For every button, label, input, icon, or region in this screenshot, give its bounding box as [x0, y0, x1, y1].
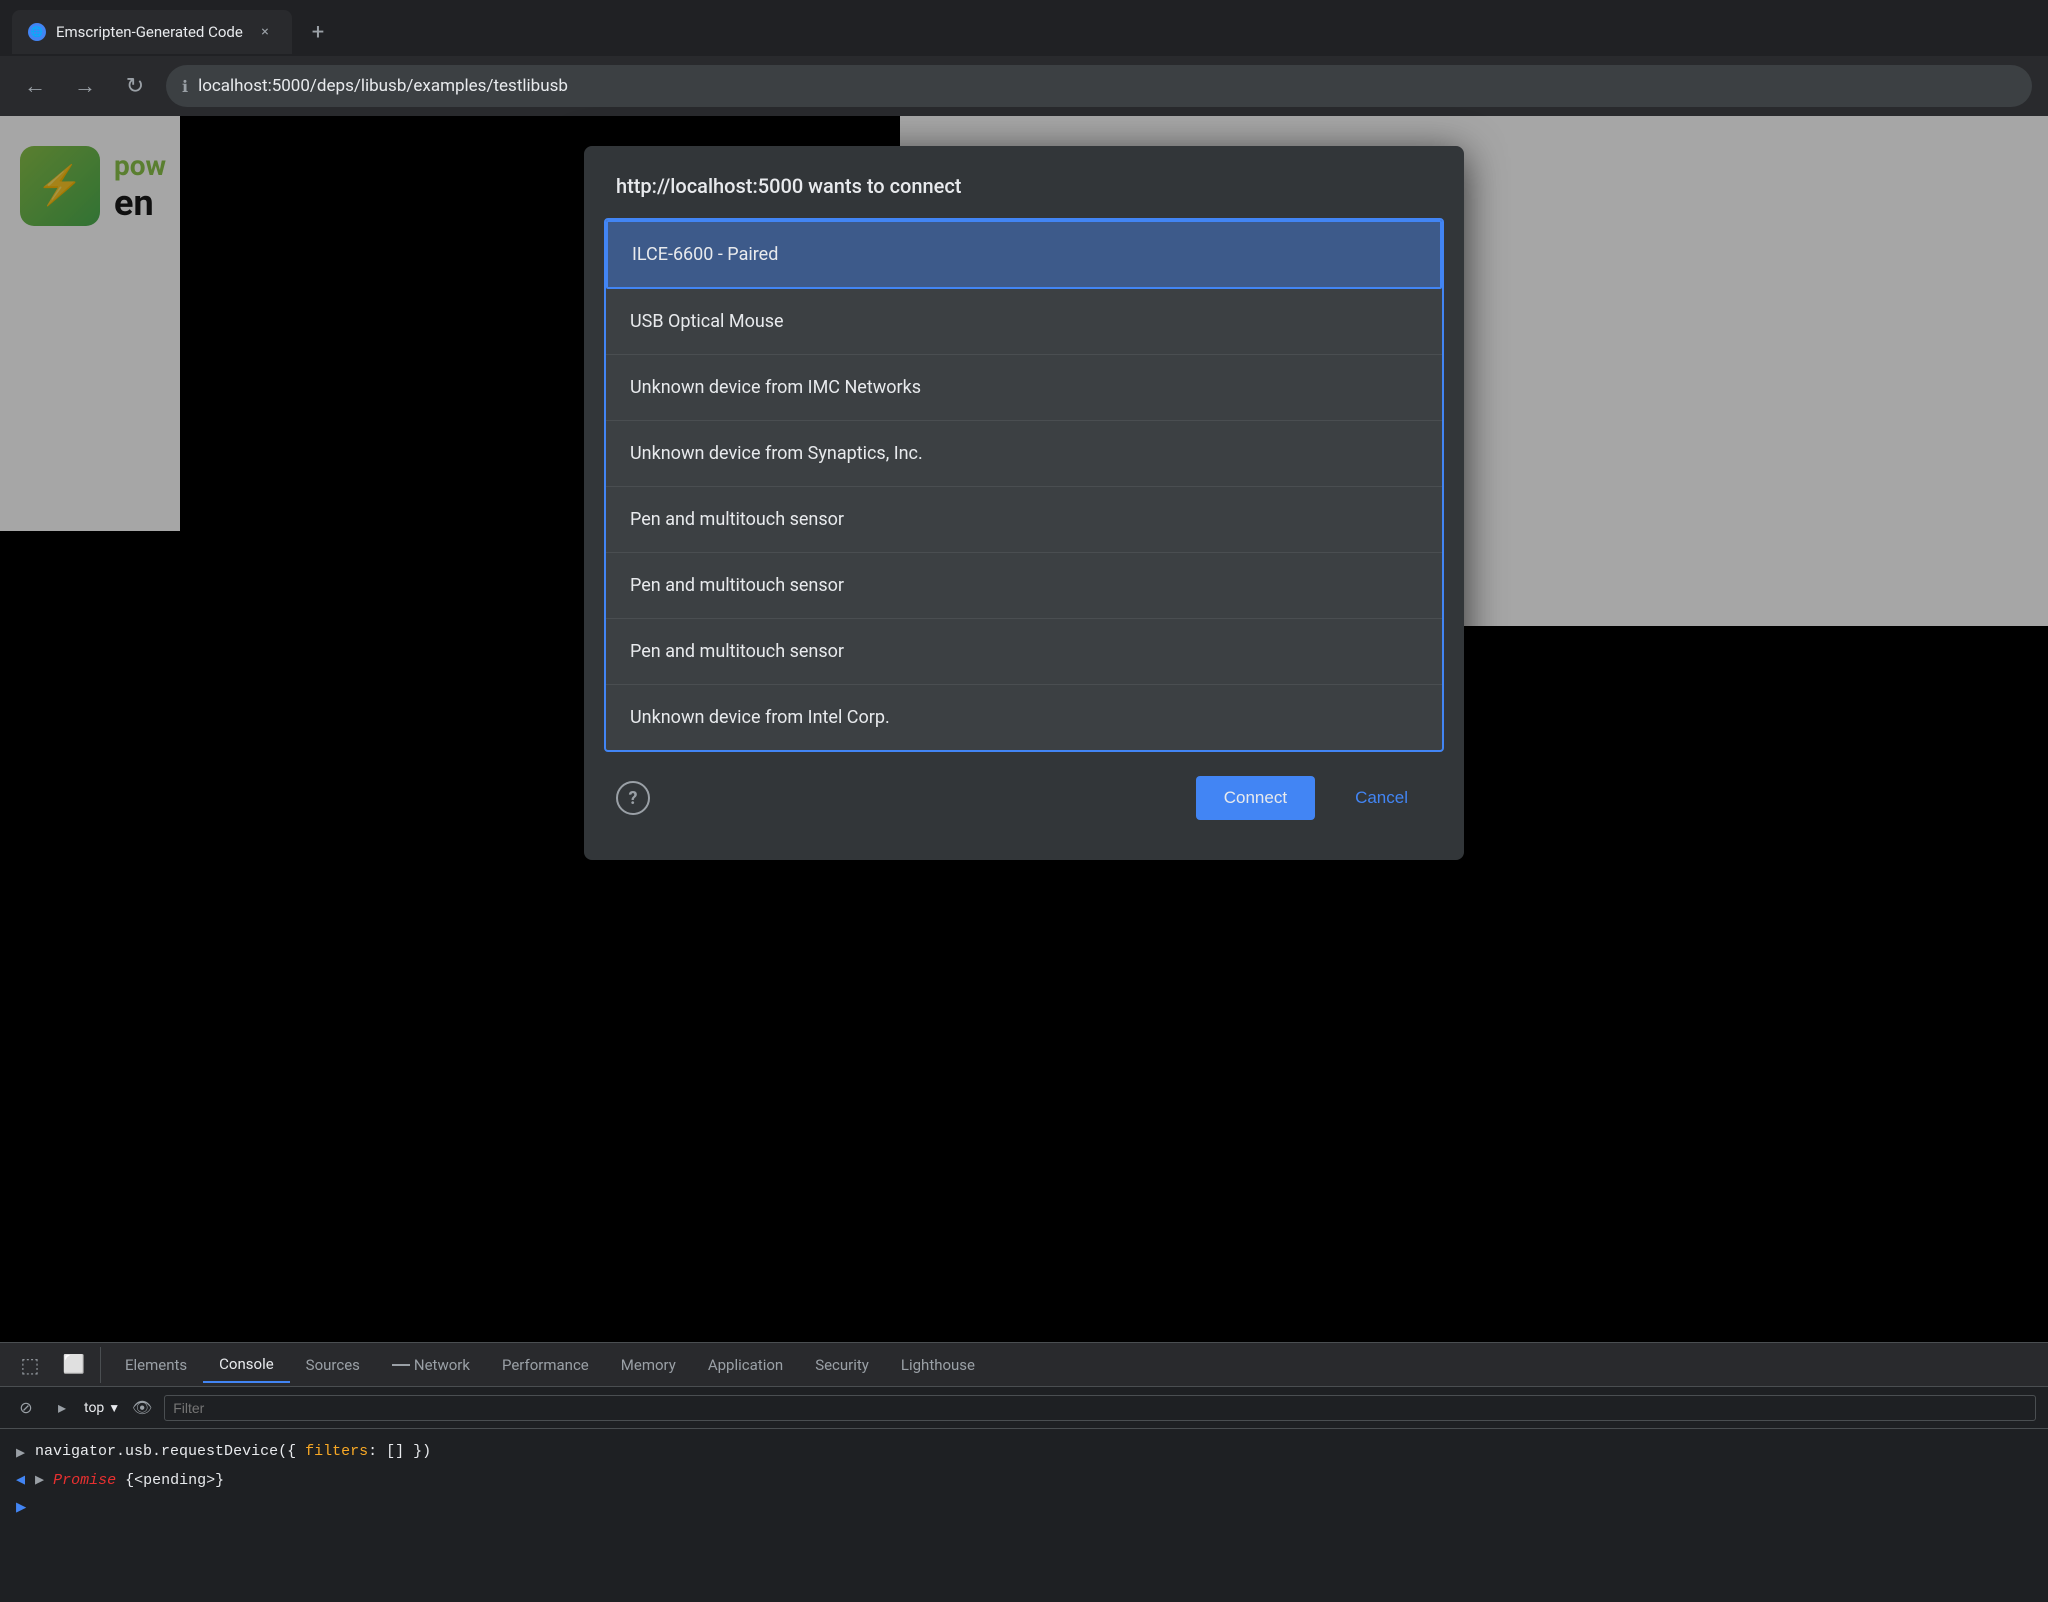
back-button[interactable]: ←: [16, 67, 54, 105]
device-item-label: USB Optical Mouse: [630, 311, 784, 332]
device-item-label: Unknown device from IMC Networks: [630, 377, 921, 398]
device-item-label: Pen and multitouch sensor: [630, 509, 844, 530]
address-text: localhost:5000/deps/libusb/examples/test…: [198, 76, 568, 96]
devtools-console: ▶ navigator.usb.requestDevice({ filters:…: [0, 1429, 2048, 1532]
device-item[interactable]: Unknown device from Intel Corp.: [606, 685, 1442, 750]
tab-network[interactable]: Network: [376, 1348, 486, 1382]
tab-favicon: 🌐: [28, 23, 46, 41]
device-item[interactable]: USB Optical Mouse: [606, 289, 1442, 355]
nav-bar: ← → ↻ ℹ localhost:5000/deps/libusb/examp…: [0, 56, 2048, 116]
device-list: ILCE-6600 - Paired USB Optical Mouse Unk…: [604, 218, 1444, 752]
device-item[interactable]: Pen and multitouch sensor: [606, 487, 1442, 553]
device-item-label: Pen and multitouch sensor: [630, 575, 844, 596]
context-label: top: [84, 1400, 104, 1416]
device-item[interactable]: ILCE-6600 - Paired: [606, 220, 1442, 289]
context-select[interactable]: top ▼: [84, 1400, 120, 1416]
device-item-label: Unknown device from Synaptics, Inc.: [630, 443, 923, 464]
tab-bar: 🌐 Emscripten-Generated Code × +: [0, 0, 2048, 56]
address-bar[interactable]: ℹ localhost:5000/deps/libusb/examples/te…: [166, 65, 2032, 107]
forward-button[interactable]: →: [66, 67, 104, 105]
console-cursor: ▶: [16, 1497, 26, 1518]
chevron-down-icon: ▼: [108, 1401, 120, 1415]
tab-memory[interactable]: Memory: [605, 1348, 692, 1382]
eye-button[interactable]: 👁: [128, 1394, 156, 1422]
device-item[interactable]: Pen and multitouch sensor: [606, 553, 1442, 619]
clear-console-button[interactable]: ⊘: [12, 1394, 40, 1422]
new-tab-button[interactable]: +: [300, 14, 336, 50]
devtools-left-toolbar: ⬚ ⬜: [12, 1347, 101, 1383]
console-right-arrow: ▶: [16, 1443, 25, 1462]
reload-button[interactable]: ↻: [116, 67, 154, 105]
filter-input[interactable]: [164, 1395, 2036, 1421]
inspect-element-button[interactable]: ⬚: [12, 1347, 48, 1383]
console-output-line: ◀ ▶ Promise {<pending>}: [16, 1466, 2032, 1493]
tab-title: Emscripten-Generated Code: [56, 23, 244, 41]
console-cursor-line[interactable]: ▶: [16, 1493, 2032, 1522]
device-item[interactable]: Pen and multitouch sensor: [606, 619, 1442, 685]
dialog-overlay: http://localhost:5000 wants to connect I…: [0, 116, 2048, 1342]
devtools-toolbar: ⊘ ▸ top ▼ 👁: [0, 1387, 2048, 1429]
devtools-tab-bar: ⬚ ⬜ Elements Console Sources Network Per…: [0, 1343, 2048, 1387]
cancel-button[interactable]: Cancel: [1331, 776, 1432, 820]
device-item-label: Pen and multitouch sensor: [630, 641, 844, 662]
device-item-label: Unknown device from Intel Corp.: [630, 707, 890, 728]
dialog-actions: Connect Cancel: [1196, 776, 1432, 820]
device-toolbar-button[interactable]: ⬜: [56, 1347, 92, 1383]
tab-performance[interactable]: Performance: [486, 1348, 605, 1382]
tab-security[interactable]: Security: [799, 1348, 885, 1382]
page-content: ⚡ pow en http://localhost:5000 wants to …: [0, 116, 2048, 1342]
console-input-line: ▶ navigator.usb.requestDevice({ filters:…: [16, 1439, 2032, 1466]
console-left-arrow: ◀: [16, 1470, 25, 1489]
filter-toggle-button[interactable]: ▸: [48, 1394, 76, 1422]
usb-connect-dialog: http://localhost:5000 wants to connect I…: [584, 146, 1464, 860]
console-output-value: ▶ Promise {<pending>}: [35, 1470, 224, 1489]
tab-lighthouse[interactable]: Lighthouse: [885, 1348, 991, 1382]
device-item[interactable]: Unknown device from IMC Networks: [606, 355, 1442, 421]
tab-sources[interactable]: Sources: [290, 1348, 376, 1382]
browser-chrome: 🌐 Emscripten-Generated Code × + ← → ↻ ℹ …: [0, 0, 2048, 116]
devtools-panel: ⬚ ⬜ Elements Console Sources Network Per…: [0, 1342, 2048, 1602]
connect-button[interactable]: Connect: [1196, 776, 1315, 820]
dialog-footer: ? Connect Cancel: [584, 752, 1464, 820]
device-item-label: ILCE-6600 - Paired: [632, 244, 778, 265]
tab-close-button[interactable]: ×: [254, 21, 276, 43]
console-input-code: navigator.usb.requestDevice({ filters: […: [35, 1443, 431, 1460]
device-item[interactable]: Unknown device from Synaptics, Inc.: [606, 421, 1442, 487]
tab-elements[interactable]: Elements: [109, 1348, 203, 1382]
help-icon[interactable]: ?: [616, 781, 650, 815]
dialog-title: http://localhost:5000 wants to connect: [584, 146, 1464, 218]
tab-console[interactable]: Console: [203, 1347, 290, 1383]
address-info-icon: ℹ: [182, 77, 188, 96]
tab-application[interactable]: Application: [692, 1348, 799, 1382]
browser-tab[interactable]: 🌐 Emscripten-Generated Code ×: [12, 10, 292, 54]
